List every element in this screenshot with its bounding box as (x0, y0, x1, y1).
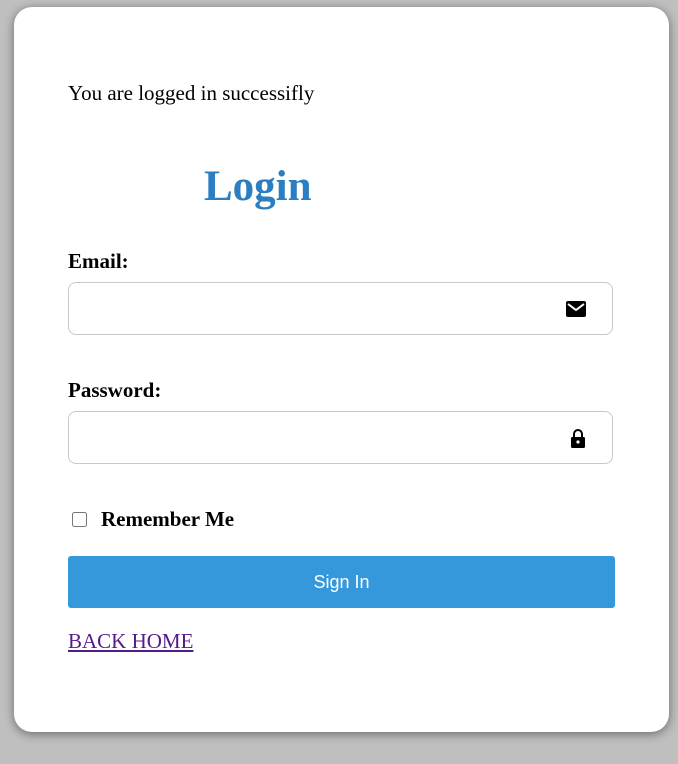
password-field-wrapper (68, 411, 613, 464)
email-field[interactable] (69, 283, 612, 334)
back-home-link[interactable]: BACK HOME (68, 629, 193, 654)
remember-me-label[interactable]: Remember Me (101, 507, 234, 532)
password-field[interactable] (69, 412, 612, 463)
login-title: Login (204, 163, 312, 210)
remember-me-row: Remember Me (72, 507, 234, 532)
envelope-icon (566, 300, 586, 317)
sign-in-button[interactable]: Sign In (68, 556, 615, 608)
remember-me-checkbox[interactable] (72, 512, 87, 527)
password-label: Password: (68, 378, 162, 402)
lock-icon (570, 428, 586, 448)
email-label: Email: (68, 249, 129, 273)
email-field-wrapper (68, 282, 613, 335)
login-card: You are logged in successifly Login Emai… (14, 7, 669, 732)
login-status-message: You are logged in successifly (68, 81, 315, 105)
